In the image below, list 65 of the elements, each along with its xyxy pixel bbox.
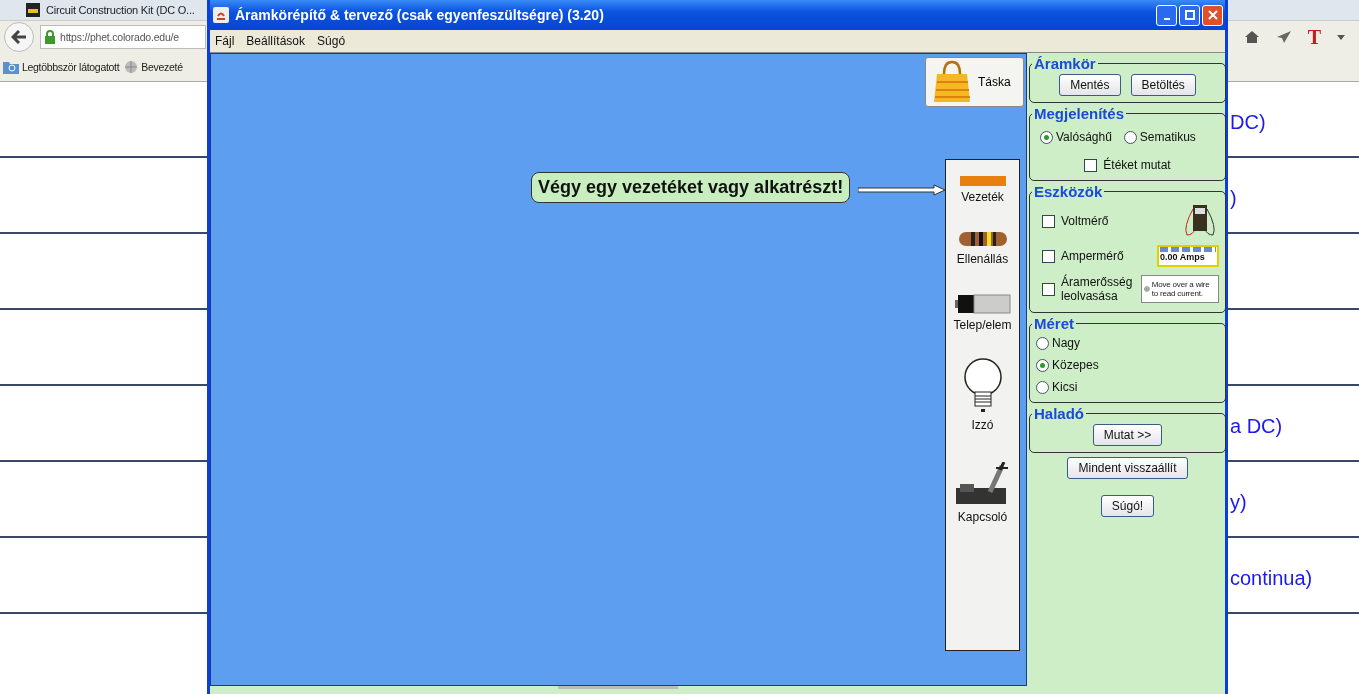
panel-button[interactable]: Súgó! [1100,495,1155,517]
part-label: Telep/elem [953,318,1012,332]
radio-option[interactable]: Közepes [1036,358,1219,372]
checkbox-option[interactable]: Áramerősség leolvasása [1042,275,1141,303]
close-icon [1207,10,1218,20]
section-title: Megjelenítés [1033,105,1126,122]
checkbox-option[interactable]: Ampermérő [1042,249,1141,263]
maximize-icon [1184,10,1195,20]
radio-option[interactable]: Kicsi [1036,380,1219,394]
bookmark[interactable]: Bevezeté [124,60,183,74]
page-link[interactable]: a DC) [1230,414,1283,438]
part-label: Ellenállás [956,252,1009,266]
crosshair-icon [1144,284,1150,294]
app-icon [26,3,40,17]
address-field[interactable]: https://phet.colorado.edu/e [40,25,206,49]
bag-icon [932,60,972,104]
part-label: Kapcsoló [957,510,1008,524]
lock-icon [44,30,56,44]
radio-option[interactable]: Nagy [1036,336,1219,350]
panel-button[interactable]: Betöltés [1130,74,1196,96]
minimize-button[interactable] [1156,4,1177,26]
part-label: Vezeték [961,190,1004,204]
bag-button[interactable]: Táska [925,57,1024,107]
app-icon [213,7,229,23]
globe-icon [124,60,139,74]
checkbox-option[interactable]: Voltmérő [1042,214,1141,228]
resistor-icon[interactable] [958,230,1007,248]
page-link[interactable]: continua) [1230,566,1313,590]
current-probe-readout: Move over a wire to read current. [1141,275,1219,303]
panel-button[interactable]: Mutat >> [1092,424,1163,446]
menu-item[interactable]: Fájl [215,34,235,48]
radio-option[interactable]: Valósághű [1040,130,1112,144]
circuit-canvas[interactable]: Táska Végy egy vezetéket vagy alkatrészt! Vezeték Ellenállás Telep/elem Izzó Kapcsoló [210,53,1027,686]
section-title: Áramkör [1033,55,1097,72]
section-title: Méret [1033,315,1075,332]
battery-icon[interactable] [954,294,1011,314]
caret-icon[interactable] [1337,34,1345,40]
checkbox-option[interactable]: Étéket mutat [1084,158,1171,172]
page-link[interactable]: ) [1230,186,1237,210]
menu-item[interactable]: Beállítások [246,34,306,48]
arrow-icon [858,184,946,196]
panel-button[interactable]: Mentés [1059,74,1121,96]
folder-icon [3,60,19,74]
panel-button[interactable]: Mindent visszaállít [1067,457,1188,479]
maximize-button[interactable] [1179,4,1200,26]
radio-option[interactable]: Sematikus [1123,130,1196,144]
bookmark[interactable]: Legtöbbször látogatott [3,60,120,74]
toolbar-glyph[interactable]: T [1307,25,1321,49]
switch-icon[interactable] [955,462,1010,506]
browser-tab[interactable]: Circuit Construction Kit (DC O... [26,3,204,17]
part-label: Izzó [971,418,994,432]
send-icon[interactable] [1275,30,1292,44]
section-title: Eszközök [1033,183,1104,200]
back-arrow-icon [11,30,27,44]
back-button[interactable] [4,22,34,52]
page-link[interactable]: y) [1230,490,1247,514]
page-link[interactable]: DC) [1230,110,1266,134]
menu-item[interactable]: Súgó [317,34,346,48]
hint-bubble: Végy egy vezetéket vagy alkatrészt! [531,172,851,203]
window-title: Áramkörépítő & tervező (csak egyenfeszültségre) (3.20) [235,7,604,23]
section-title: Haladó [1033,405,1085,422]
close-button[interactable] [1202,4,1223,26]
bulb-icon[interactable] [962,358,1003,414]
home-icon[interactable] [1243,30,1260,44]
ammeter-readout: 0.00 Amps [1157,245,1219,267]
